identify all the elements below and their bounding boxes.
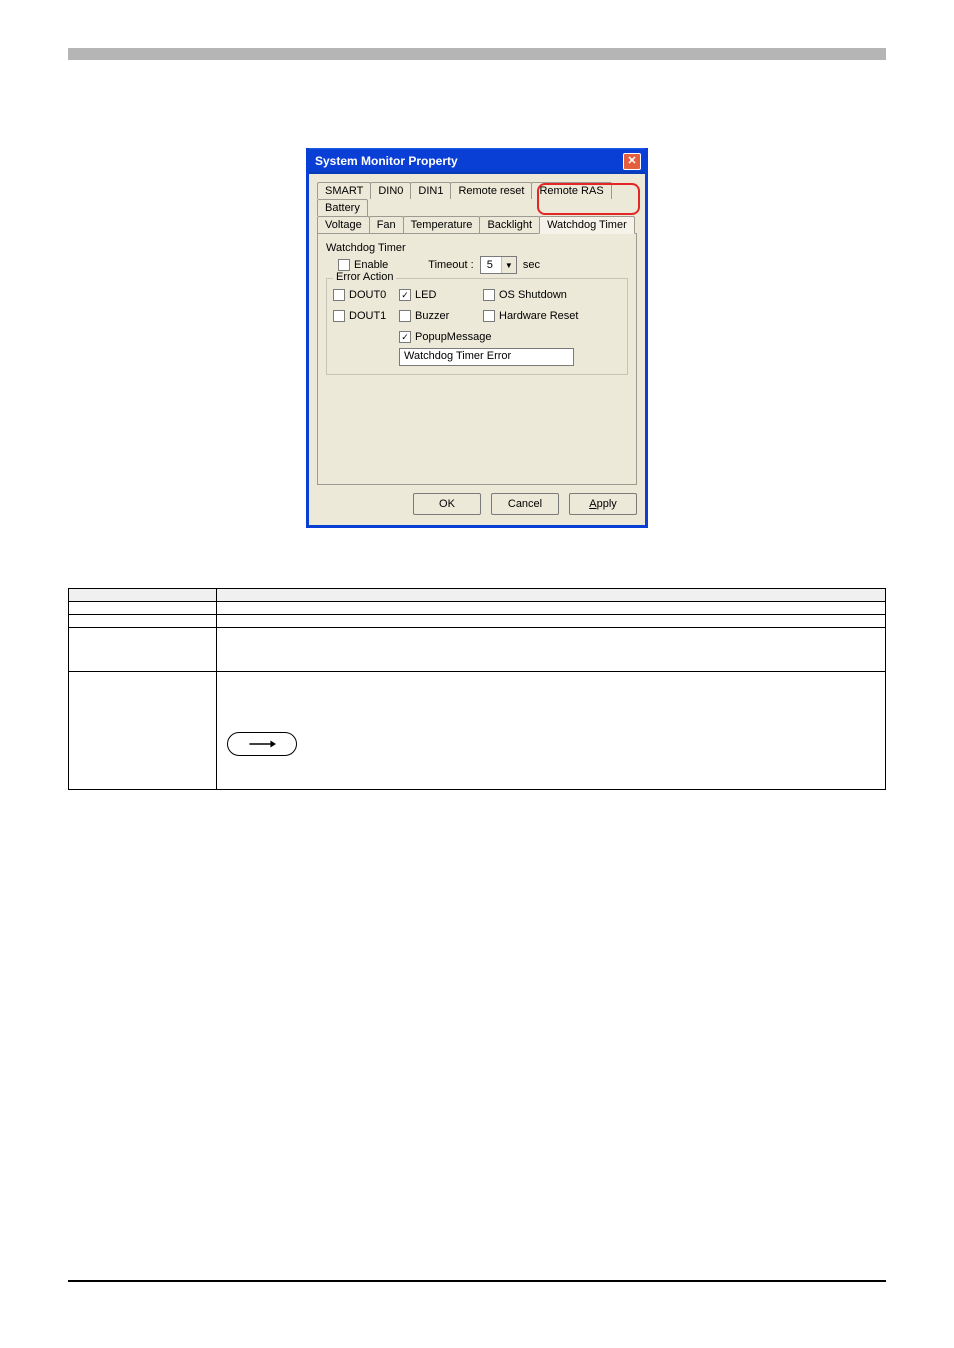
checkbox-buzzer[interactable] [399,310,411,322]
tab-remote-ras[interactable]: Remote RAS [531,182,611,199]
checkbox-dout0[interactable] [333,289,345,301]
tab-din0[interactable]: DIN0 [370,182,411,199]
titlebar-title: System Monitor Property [315,154,458,168]
tab-smart[interactable]: SMART [317,182,371,199]
label-enable: Enable [354,259,388,272]
cancel-button[interactable]: Cancel [491,493,559,515]
titlebar: System Monitor Property ✕ [309,148,645,174]
apply-button[interactable]: Apply [569,493,637,515]
tab-battery[interactable]: Battery [317,199,368,216]
table-cell-item [69,628,217,672]
select-timeout-value: 5 [481,259,501,271]
tab-remote-reset[interactable]: Remote reset [450,182,532,199]
checkbox-dout1[interactable] [333,310,345,322]
label-buzzer: Buzzer [415,310,449,322]
footer-rule [68,1280,886,1282]
table-cell-item [69,602,217,615]
table-row [69,672,886,790]
close-icon[interactable]: ✕ [623,153,641,170]
description-table [68,588,886,790]
label-sec: sec [523,259,540,271]
checkbox-hardware-reset[interactable] [483,310,495,322]
tab-temperature[interactable]: Temperature [403,216,481,234]
legend-error-action: Error Action [333,271,396,283]
ok-button[interactable]: OK [413,493,481,515]
label-popup-message: PopupMessage [415,331,491,343]
fieldset-error-action: Error Action DOUT0 LED OS Shutdown DOUT1… [326,278,628,375]
table-cell-desc [217,615,886,628]
checkbox-enable[interactable] [338,259,350,271]
chevron-down-icon: ▼ [501,257,516,273]
table-row [69,615,886,628]
label-dout1: DOUT1 [349,310,386,322]
tab-fan[interactable]: Fan [369,216,404,234]
checkbox-popup-message[interactable] [399,331,411,343]
header-stripe [68,48,886,60]
select-timeout[interactable]: 5 ▼ [480,256,517,274]
table-row [69,602,886,615]
checkbox-os-shutdown[interactable] [483,289,495,301]
table-cell-desc [217,602,886,615]
dialog-system-monitor-property: System Monitor Property ✕ SMART DIN0 DIN… [306,148,648,528]
label-timeout: Timeout : [428,259,473,271]
table-cell-desc [217,628,886,672]
table-cell-desc [217,672,886,790]
table-header-desc [217,589,886,602]
table-header-item [69,589,217,602]
label-os-shutdown: OS Shutdown [499,289,567,301]
input-popup-message[interactable]: Watchdog Timer Error [399,348,574,366]
cross-reference-icon [227,732,297,756]
table-row [69,628,886,672]
tabs-row-2: Voltage Fan Temperature Backlight Watchd… [317,216,637,234]
label-hardware-reset: Hardware Reset [499,310,578,322]
checkbox-led[interactable] [399,289,411,301]
tab-pane-watchdog: Watchdog Timer Enable Timeout : 5 ▼ [317,233,637,485]
tab-backlight[interactable]: Backlight [479,216,540,234]
label-dout0: DOUT0 [349,289,386,301]
group-watchdog-timer: Watchdog Timer [326,242,628,254]
label-led: LED [415,289,436,301]
tab-watchdog-timer[interactable]: Watchdog Timer [539,216,635,234]
tab-din1[interactable]: DIN1 [410,182,451,199]
tab-voltage[interactable]: Voltage [317,216,370,234]
table-cell-item [69,672,217,790]
tabs-row-1: SMART DIN0 DIN1 Remote reset Remote RAS … [317,182,637,216]
table-cell-item [69,615,217,628]
